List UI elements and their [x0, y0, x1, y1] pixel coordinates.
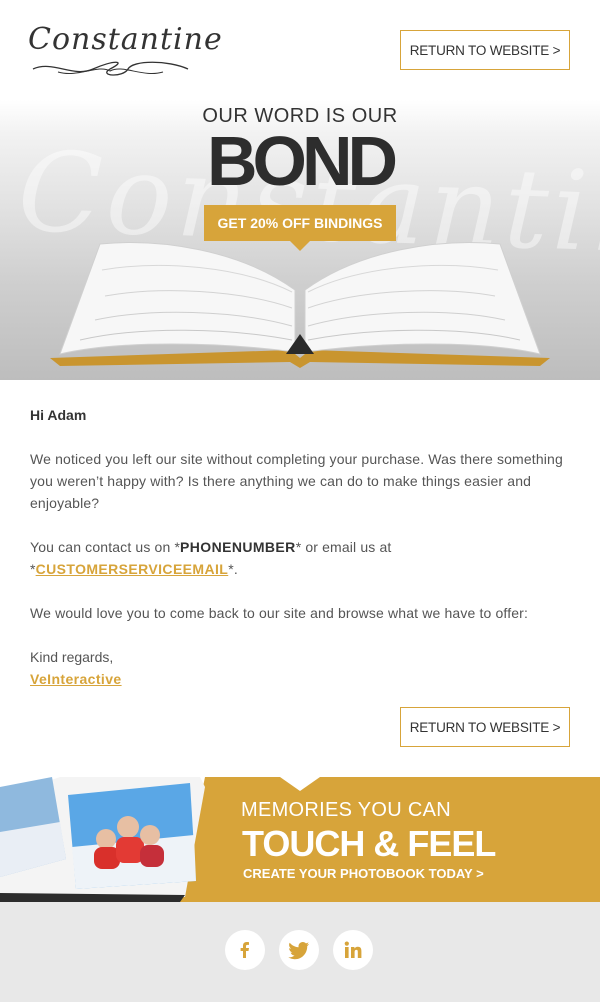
- banner-headline: TOUCH & FEEL: [242, 823, 496, 864]
- email-header: Constantine RETURN TO WEBSITE >: [0, 0, 600, 100]
- open-book-image: [50, 242, 550, 368]
- hero-banner: Constantine OUR WORD IS OUR BOND GET 20%…: [0, 100, 600, 380]
- browse-paragraph: We would love you to come back to our si…: [30, 605, 529, 621]
- greeting: Hi Adam: [30, 407, 87, 423]
- logo-wordmark: Constantine: [28, 22, 223, 57]
- signoff: Kind regards,: [30, 649, 114, 665]
- message-body: Hi Adam We noticed you left our site wit…: [30, 404, 575, 690]
- signature-link[interactable]: VeInteractive: [30, 671, 122, 687]
- contact-suffix: *.: [228, 561, 238, 577]
- intro-paragraph: We noticed you left our site without com…: [30, 451, 563, 511]
- hero-cta-pointer: [290, 241, 310, 251]
- contact-prefix: You can contact us on *: [30, 539, 181, 555]
- facebook-glyph: [240, 942, 249, 958]
- banner-tagline: MEMORIES YOU CAN: [241, 799, 452, 821]
- hero-headline: BOND: [206, 122, 398, 200]
- return-to-website-button-bottom[interactable]: RETURN TO WEBSITE >: [400, 707, 570, 747]
- create-photobook-link[interactable]: CREATE YOUR PHOTOBOOK TODAY >: [243, 866, 484, 881]
- phone-number: PHONENUMBER: [180, 539, 296, 555]
- photobook-banner[interactable]: MEMORIES YOU CAN TOUCH & FEEL CREATE YOU…: [0, 777, 600, 902]
- return-to-website-button[interactable]: RETURN TO WEBSITE >: [400, 30, 570, 70]
- banner-notch: [280, 777, 320, 791]
- email-footer: [0, 902, 600, 1002]
- photobook-image: [0, 777, 240, 902]
- facebook-icon[interactable]: [225, 930, 265, 970]
- customer-service-email-link[interactable]: CUSTOMERSERVICEEMAIL: [36, 561, 229, 577]
- get-discount-button[interactable]: GET 20% OFF BINDINGS: [204, 205, 396, 241]
- logo-flourish: [32, 61, 189, 76]
- twitter-icon[interactable]: [279, 930, 319, 970]
- linkedin-glyph: [344, 941, 362, 958]
- twitter-glyph: [288, 942, 309, 960]
- contact-paragraph: You can contact us on *PHONENUMBER* or e…: [30, 536, 575, 580]
- constantine-logo[interactable]: Constantine: [28, 20, 222, 82]
- linkedin-icon[interactable]: [333, 930, 373, 970]
